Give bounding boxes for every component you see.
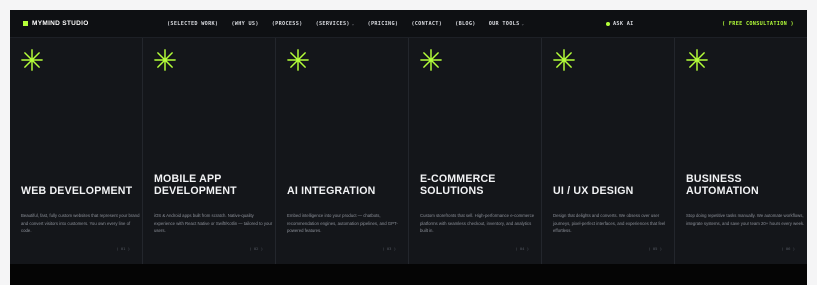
service-title: E-COMMERCE SOLUTIONS (420, 173, 496, 197)
service-card-business-automation[interactable]: BUSINESS AUTOMATION Stop doing repetitiv… (675, 38, 807, 264)
service-title: WEB DEVELOPMENT (21, 185, 133, 197)
nav-item-blog[interactable]: (BLOG) (455, 21, 476, 27)
service-title: UI / UX DESIGN (553, 185, 634, 197)
service-number: ( 03 ) (382, 246, 396, 251)
service-number: ( 02 ) (249, 246, 263, 251)
chevron-down-icon: ⌄ (521, 20, 525, 26)
service-description: iOS & Android apps built from scratch. N… (154, 213, 273, 234)
ask-ai-button[interactable]: ASK AI (606, 21, 634, 27)
status-dot-icon (606, 21, 610, 26)
nav-item-contact[interactable]: (CONTACT) (411, 21, 442, 27)
service-description: Beautiful, fast, fully custom websites t… (21, 213, 140, 234)
top-nav: MYMIND STUDIO (SELECTED WORK) (WHY US) (… (10, 10, 807, 38)
brand-square-icon (23, 21, 28, 26)
service-description: Design that delights and converts. We ob… (553, 213, 666, 234)
asterisk-icon (420, 49, 442, 71)
service-description: Custom storefronts that sell. High-perfo… (420, 213, 535, 234)
asterisk-icon (287, 49, 309, 71)
page-frame: MYMIND STUDIO (SELECTED WORK) (WHY US) (… (10, 10, 807, 285)
services-grid: WEB DEVELOPMENT Beautiful, fast, fully c… (10, 38, 807, 264)
service-number: ( 06 ) (781, 246, 795, 251)
ask-ai-label: ASK AI (613, 20, 634, 27)
nav-item-process[interactable]: (PROCESS) (272, 21, 303, 27)
nav-item-our-tools[interactable]: OUR TOOLS ⌄ (489, 21, 525, 27)
nav-menu: (SELECTED WORK) (WHY US) (PROCESS) (SERV… (167, 21, 524, 27)
service-number: ( 04 ) (515, 246, 529, 251)
service-card-ui-ux[interactable]: UI / UX DESIGN Design that delights and … (542, 38, 675, 264)
asterisk-icon (686, 49, 708, 71)
asterisk-icon (21, 49, 43, 71)
service-title: AI INTEGRATION (287, 185, 376, 197)
nav-item-why-us[interactable]: (WHY US) (231, 21, 258, 27)
brand-logo[interactable]: MYMIND STUDIO (23, 20, 89, 27)
service-description: Embed intelligence into your product — c… (287, 213, 398, 234)
nav-item-our-tools-label: OUR TOOLS (488, 20, 520, 27)
free-consultation-button[interactable]: ( FREE CONSULTATION ) (722, 21, 794, 27)
service-description: Stop doing repetitive tasks manually. We… (686, 213, 805, 226)
brand-name: MYMIND STUDIO (32, 20, 89, 27)
nav-item-selected-work[interactable]: (SELECTED WORK) (167, 21, 218, 27)
service-card-web-development[interactable]: WEB DEVELOPMENT Beautiful, fast, fully c… (10, 38, 143, 264)
service-title: BUSINESS AUTOMATION (686, 173, 759, 197)
chevron-down-icon: ⌄ (351, 20, 355, 26)
nav-item-pricing[interactable]: (PRICING) (368, 21, 399, 27)
service-card-e-commerce[interactable]: E-COMMERCE SOLUTIONS Custom storefronts … (409, 38, 542, 264)
asterisk-icon (154, 49, 176, 71)
nav-item-services[interactable]: (SERVICES) ⌄ (316, 21, 355, 27)
asterisk-icon (553, 49, 575, 71)
service-card-ai-integration[interactable]: AI INTEGRATION Embed intelligence into y… (276, 38, 409, 264)
service-number: ( 01 ) (116, 246, 130, 251)
service-title: MOBILE APP DEVELOPMENT (154, 173, 237, 197)
next-section (10, 264, 807, 285)
service-number: ( 05 ) (648, 246, 662, 251)
nav-item-services-label: (SERVICES) (315, 20, 350, 27)
service-card-mobile-app[interactable]: MOBILE APP DEVELOPMENT iOS & Android app… (143, 38, 276, 264)
